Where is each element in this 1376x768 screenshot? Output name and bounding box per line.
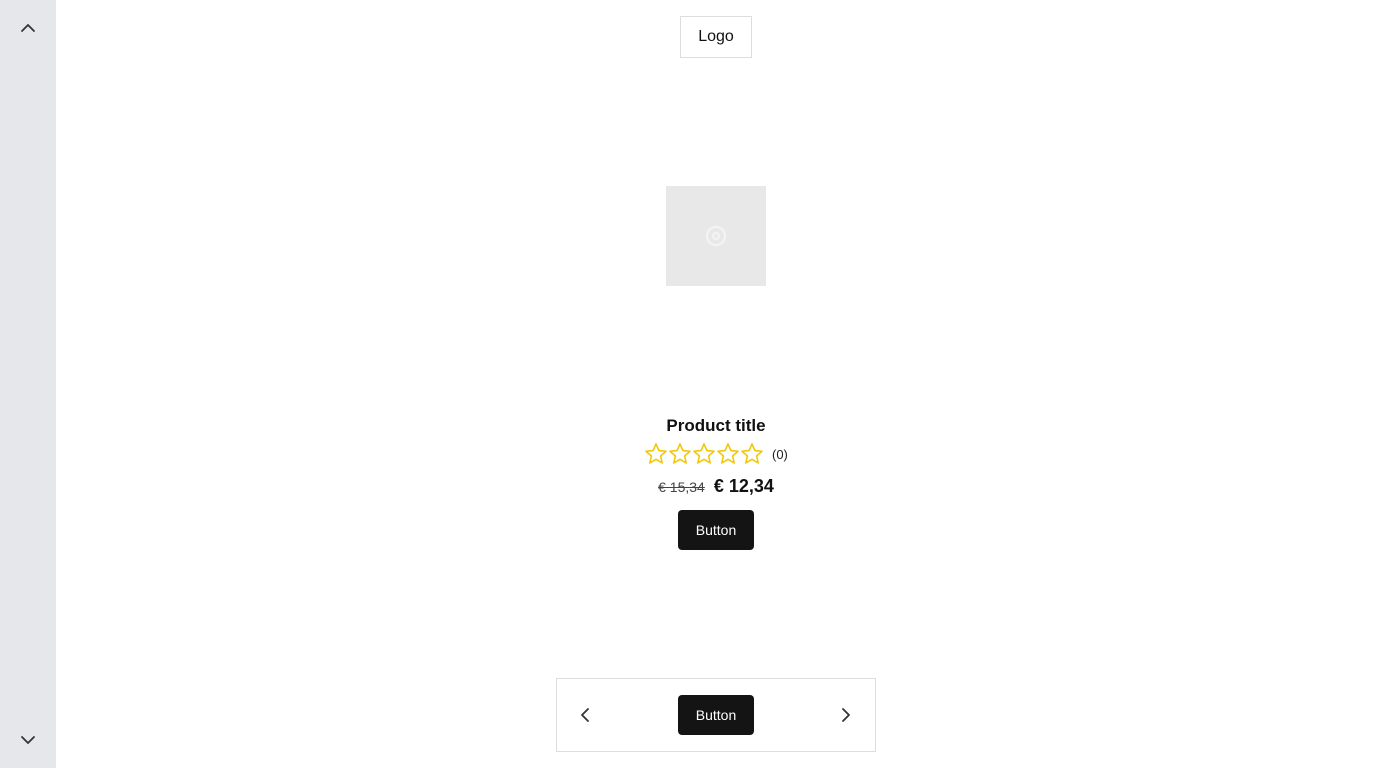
rating-stars xyxy=(644,442,764,466)
price-sale: € 12,34 xyxy=(713,476,774,496)
star-icon xyxy=(741,443,763,464)
chevron-right-icon[interactable] xyxy=(836,705,856,725)
price-original: € 15,34 xyxy=(658,479,705,495)
pager-button[interactable]: Button xyxy=(678,695,754,735)
main-content: Logo Product title (0) € 15,34 € 12,34 B… xyxy=(56,0,1376,768)
product-title[interactable]: Product title xyxy=(516,416,916,436)
star-icon xyxy=(693,443,715,464)
sidebar xyxy=(0,0,56,768)
price-row: € 15,34 € 12,34 xyxy=(516,476,916,497)
logo[interactable]: Logo xyxy=(680,16,752,58)
add-to-cart-button[interactable]: Button xyxy=(678,510,754,550)
product-rating: (0) xyxy=(644,442,788,466)
star-icon xyxy=(645,443,667,464)
chevron-down-icon[interactable] xyxy=(18,730,38,750)
image-placeholder-icon xyxy=(706,226,726,246)
product-image[interactable] xyxy=(666,186,766,286)
star-icon xyxy=(717,443,739,464)
chevron-up-icon[interactable] xyxy=(18,18,38,38)
star-icon xyxy=(669,443,691,464)
chevron-left-icon[interactable] xyxy=(575,705,595,725)
carousel-pager: Button xyxy=(556,678,876,752)
rating-count: (0) xyxy=(772,446,788,462)
